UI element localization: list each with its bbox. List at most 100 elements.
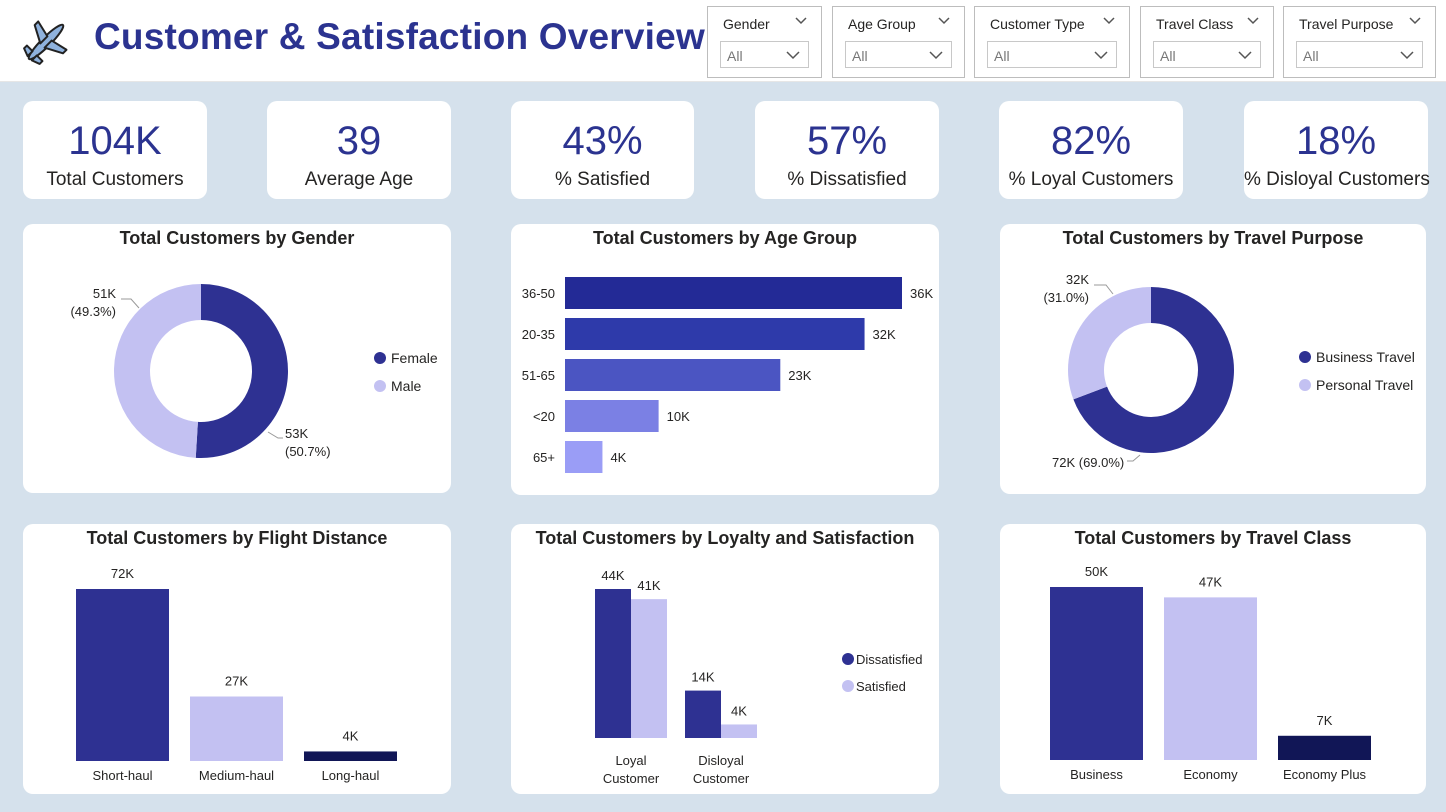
- chart-card-loyalty-satisfaction: Total Customers by Loyalty and Satisfact…: [511, 524, 939, 794]
- axis-tick-label: 51-65: [522, 368, 555, 383]
- chart-card-travel-class: Total Customers by Travel Class 50K Busin…: [1000, 524, 1426, 794]
- kpi-label: Average Age: [304, 169, 414, 190]
- bar-satisfied-0: [631, 599, 667, 738]
- chevron-down-icon[interactable]: [1103, 16, 1115, 26]
- chart-card-age-group: Total Customers by Age Group 36-50 36K 20-…: [511, 224, 939, 495]
- data-label: 4K: [610, 450, 626, 465]
- bar-long-haul: [304, 751, 397, 761]
- travel-class-bar-chart: 50K Business 47K Economy 7K Economy Plus: [1050, 564, 1371, 782]
- filter-age-group[interactable]: Age Group All: [832, 6, 965, 78]
- chevron-down-icon[interactable]: [795, 16, 807, 26]
- loyalty-satisfaction-bar-chart: 44K 41K Loyal Customer 14K 4K Disloyal Customer…: [595, 568, 922, 786]
- chevron-down-icon[interactable]: [938, 16, 950, 26]
- bar-economy-plus: [1278, 735, 1371, 760]
- legend-marker: [374, 352, 386, 364]
- bar-51-65: [565, 359, 781, 391]
- filter-value: All: [1160, 48, 1176, 64]
- kpi-value: 18%: [1295, 119, 1377, 163]
- axis-tick-label: <20: [533, 409, 555, 424]
- chart-card-flight-distance: Total Customers by Flight Distance 72K Sh…: [23, 524, 451, 794]
- kpi-value: 57%: [806, 119, 888, 163]
- bar-medium-haul: [190, 696, 283, 761]
- chevron-down-icon[interactable]: [1247, 16, 1259, 26]
- chevron-down-icon[interactable]: [929, 50, 943, 60]
- axis-tick-label: Customer: [603, 771, 660, 786]
- filter-dropdown[interactable]: All: [845, 41, 952, 68]
- data-label: 14K: [691, 670, 714, 685]
- bar-65+: [565, 441, 603, 473]
- data-label: 50K: [1085, 564, 1108, 579]
- legend-marker: [1299, 351, 1311, 363]
- data-label: 51K: [93, 286, 116, 301]
- kpi-value: 104K: [68, 119, 162, 163]
- donut-slice-male: [113, 284, 201, 458]
- chevron-down-icon[interactable]: [786, 50, 800, 60]
- kpi-average-age: 39 Average Age: [267, 101, 451, 199]
- data-label: 23K: [788, 368, 811, 383]
- axis-tick-label: Loyal: [615, 753, 646, 768]
- data-label: 47K: [1199, 574, 1222, 589]
- legend-label: Personal Travel: [1316, 377, 1413, 393]
- filter-label: Travel Class: [1156, 16, 1234, 32]
- filter-travel-class[interactable]: Travel Class All: [1140, 6, 1274, 78]
- kpi-satisfied: 43% % Satisfied: [511, 101, 694, 199]
- chevron-down-icon[interactable]: [1238, 50, 1252, 60]
- kpi-total-customers: 104K Total Customers: [23, 101, 207, 199]
- bar-36-50: [565, 277, 902, 309]
- filter-gender[interactable]: Gender All: [707, 6, 822, 78]
- legend-label: Dissatisfied: [856, 652, 922, 667]
- bar-satisfied-1: [721, 724, 757, 738]
- data-label: 7K: [1317, 713, 1333, 728]
- chart-card-gender: Total Customers by Gender 53K (50.7%) Fema…: [23, 224, 451, 493]
- filter-dropdown[interactable]: All: [1296, 41, 1423, 68]
- bar-business: [1050, 587, 1143, 760]
- gender-donut-chart: 53K (50.7%) Female 51K (49.3%) Male: [70, 284, 438, 459]
- data-label: 41K: [637, 578, 660, 593]
- legend-label: Business Travel: [1316, 349, 1415, 365]
- filter-travel-purpose[interactable]: Travel Purpose All: [1283, 6, 1436, 78]
- axis-tick-label: Economy Plus: [1283, 767, 1367, 782]
- chevron-down-icon[interactable]: [1400, 50, 1414, 60]
- kpi-loyal-customers: 82% % Loyal Customers: [999, 101, 1183, 199]
- filter-dropdown[interactable]: All: [720, 41, 809, 68]
- filter-label: Customer Type: [990, 16, 1085, 32]
- legend-label: Male: [391, 378, 422, 394]
- data-label: 32K: [1066, 272, 1089, 287]
- data-label: 72K (69.0%): [1052, 455, 1124, 470]
- axis-tick-label: Medium-haul: [199, 768, 274, 783]
- axis-tick-label: Customer: [693, 771, 750, 786]
- legend-marker: [842, 680, 854, 692]
- travel-purpose-donut-chart: 72K (69.0%) Business Travel 32K (31.0%) Pers…: [1043, 272, 1415, 470]
- data-label: 53K: [285, 426, 308, 441]
- filter-value: All: [1303, 48, 1319, 64]
- kpi-value: 39: [336, 119, 382, 163]
- axis-tick-label: 20-35: [522, 327, 555, 342]
- kpi-label: % Loyal Customers: [1008, 169, 1174, 190]
- donut-slice-female: [195, 284, 288, 458]
- filter-dropdown[interactable]: All: [1153, 41, 1261, 68]
- filter-value: All: [852, 48, 868, 64]
- filter-label: Age Group: [848, 16, 916, 32]
- axis-tick-label: Business: [1070, 767, 1123, 782]
- filter-customer-type[interactable]: Customer Type All: [974, 6, 1130, 78]
- axis-tick-label: Short-haul: [93, 768, 153, 783]
- data-label: 72K: [111, 566, 134, 581]
- axis-tick-label: 36-50: [522, 286, 555, 301]
- kpi-value: 43%: [562, 119, 643, 163]
- filter-label: Gender: [723, 16, 770, 32]
- data-label-pct: (50.7%): [285, 444, 331, 459]
- bar-economy: [1164, 597, 1257, 760]
- chart-card-travel-purpose: Total Customers by Travel Purpose 72K (6…: [1000, 224, 1426, 494]
- bar-short-haul: [76, 589, 169, 761]
- chevron-down-icon[interactable]: [1409, 16, 1421, 26]
- kpi-disloyal-customers: 18% % Disloyal Customers: [1244, 101, 1430, 199]
- filter-label: Travel Purpose: [1299, 16, 1394, 32]
- kpi-label: % Dissatisfied: [787, 169, 907, 190]
- legend-label: Female: [391, 350, 438, 366]
- filter-dropdown[interactable]: All: [987, 41, 1117, 68]
- chevron-down-icon[interactable]: [1094, 50, 1108, 60]
- data-label: 27K: [225, 674, 248, 689]
- kpi-dissatisfied: 57% % Dissatisfied: [755, 101, 939, 199]
- bar-20-35: [565, 318, 865, 350]
- data-label: 44K: [601, 568, 624, 583]
